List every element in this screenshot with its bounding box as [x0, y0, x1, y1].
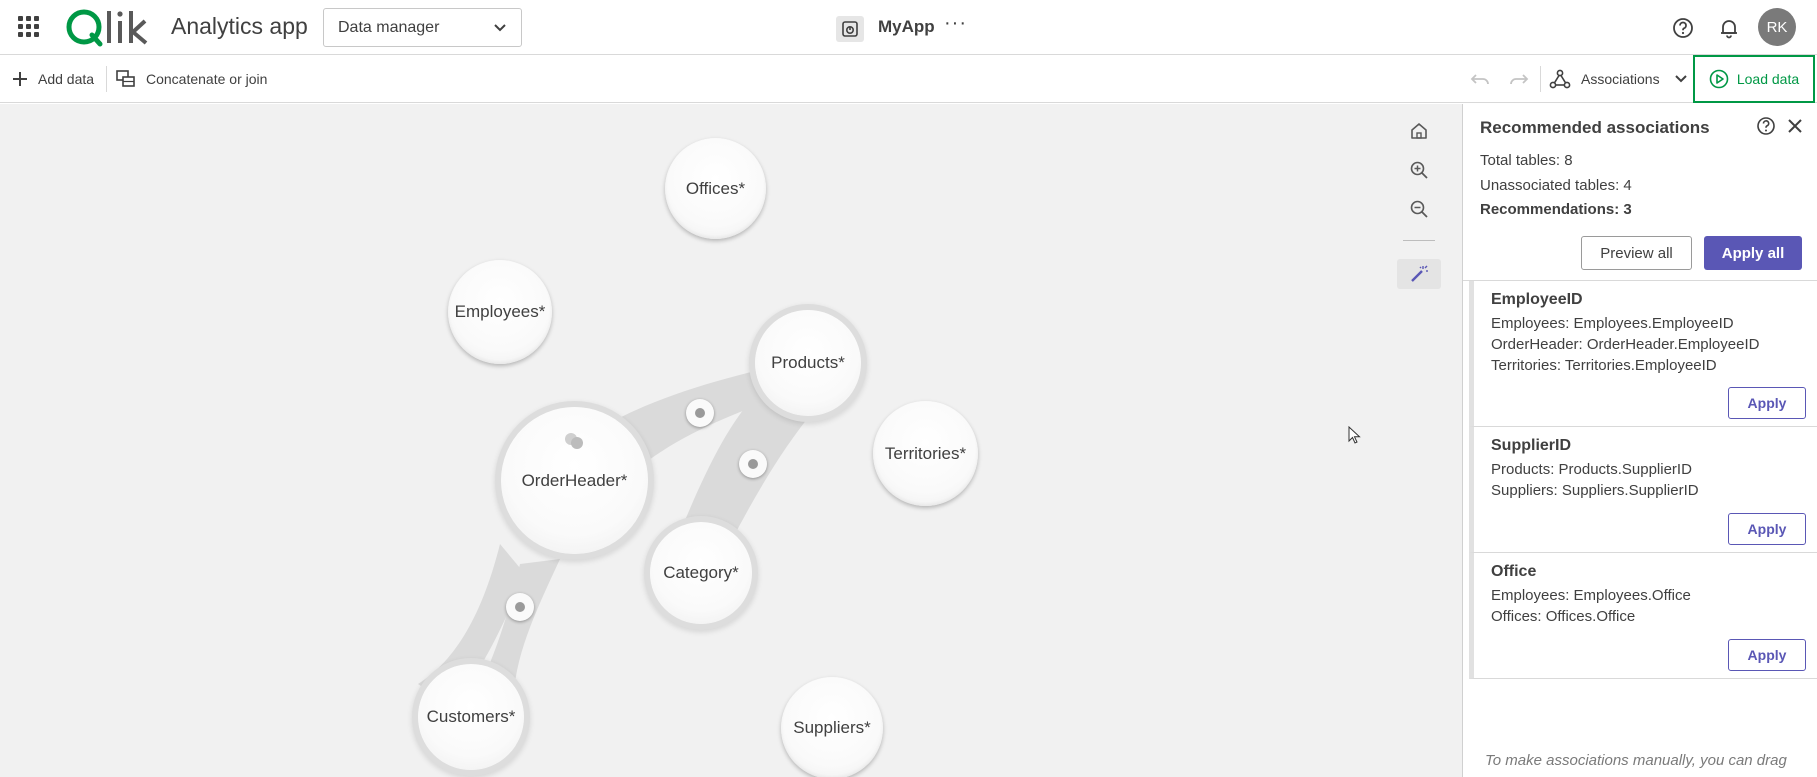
table-node[interactable]: Category* [650, 522, 752, 624]
apply-button[interactable]: Apply [1728, 639, 1806, 671]
add-data-button[interactable]: Add data [12, 55, 94, 103]
table-node[interactable]: Customers* [418, 664, 524, 770]
recommendation-field: EmployeeID [1491, 291, 1583, 308]
load-data-button[interactable]: Load data [1693, 55, 1815, 103]
mouse-cursor-icon [1348, 425, 1362, 451]
apply-all-button[interactable]: Apply all [1704, 236, 1802, 270]
concatenate-label: Concatenate or join [146, 71, 268, 87]
recommendations-count: Recommendations: 3 [1480, 201, 1632, 218]
chevron-down-icon [494, 24, 506, 32]
plus-icon [13, 72, 27, 86]
recommendation-mapping: Products: Products.SupplierID [1491, 461, 1692, 478]
undo-icon [1470, 74, 1489, 85]
associations-canvas[interactable]: Offices* Employees* Products* OrderHeade… [0, 104, 1462, 777]
concatenate-or-join-button[interactable]: Concatenate or join [116, 55, 267, 103]
redo-icon [1510, 74, 1529, 85]
load-data-label: Load data [1736, 71, 1800, 87]
associations-icon [1549, 69, 1571, 89]
table-node[interactable]: Products* [755, 310, 861, 416]
toolbar-divider [1540, 66, 1541, 92]
table-node[interactable]: Territories* [873, 401, 978, 506]
manual-association-hint: To make associations manually, you can d… [1485, 752, 1787, 769]
unassociated-tables-stat: Unassociated tables: 4 [1480, 177, 1632, 194]
toolbar-divider [106, 66, 107, 92]
more-options-icon[interactable]: ··· [944, 12, 967, 35]
recommendation-item[interactable]: Office Employees: Employees.Office Offic… [1469, 553, 1817, 679]
concatenate-icon [116, 70, 135, 87]
table-node[interactable]: Offices* [665, 138, 766, 239]
redo-button[interactable] [1509, 55, 1529, 103]
association-link-dot[interactable] [739, 450, 767, 478]
view-dropdown-value: Data manager [338, 19, 440, 36]
magic-wand-icon[interactable] [1397, 259, 1441, 289]
recommendation-item[interactable]: EmployeeID Employees: Employees.Employee… [1469, 281, 1817, 427]
table-node[interactable]: Suppliers* [781, 677, 883, 777]
app-title: Analytics app [171, 13, 308, 39]
home-icon[interactable] [1397, 116, 1441, 146]
chevron-down-icon [1674, 75, 1687, 83]
play-circle-icon [1709, 69, 1729, 89]
view-selector-dropdown[interactable]: Associations [1549, 55, 1688, 103]
recommended-associations-panel: Recommended associations Total tables: 8… [1462, 104, 1817, 777]
table-node[interactable]: Employees* [448, 260, 552, 364]
undo-button[interactable] [1470, 55, 1490, 103]
apply-button[interactable]: Apply [1728, 513, 1806, 545]
app-launcher-icon[interactable] [18, 16, 40, 38]
apply-button[interactable]: Apply [1728, 387, 1806, 419]
app-name[interactable]: MyApp [878, 17, 935, 37]
help-icon[interactable] [1670, 15, 1696, 41]
recommendation-field: SupplierID [1491, 437, 1572, 454]
top-bar: Analytics app Data manager MyApp ··· RK [0, 0, 1817, 55]
view-selector-label: Associations [1581, 71, 1660, 87]
recommendation-mapping: Suppliers: Suppliers.SupplierID [1491, 482, 1699, 499]
add-data-label: Add data [38, 71, 95, 87]
close-icon[interactable] [1785, 116, 1805, 141]
notifications-bell-icon[interactable] [1716, 15, 1742, 41]
app-icon [836, 16, 864, 42]
recommendation-mapping: Offices: Offices.Office [1491, 608, 1636, 625]
association-link-dot[interactable] [506, 593, 534, 621]
canvas-toolbar-divider [1403, 240, 1435, 241]
total-tables-stat: Total tables: 8 [1480, 152, 1573, 169]
recommendations-list: EmployeeID Employees: Employees.Employee… [1463, 280, 1817, 680]
recommendation-mapping: OrderHeader: OrderHeader.EmployeeID [1491, 336, 1760, 353]
zoom-out-icon[interactable] [1397, 194, 1441, 224]
user-avatar[interactable]: RK [1758, 8, 1796, 46]
recommendation-item[interactable]: SupplierID Products: Products.SupplierID… [1469, 427, 1817, 553]
linked-tables-icon [562, 430, 588, 457]
recommendation-mapping: Employees: Employees.Office [1491, 587, 1691, 604]
preview-all-button[interactable]: Preview all [1581, 236, 1692, 270]
panel-title: Recommended associations [1480, 118, 1710, 137]
recommendation-field: Office [1491, 563, 1537, 580]
association-link-dot[interactable] [686, 399, 714, 427]
recommendation-mapping: Territories: Territories.EmployeeID [1491, 357, 1717, 374]
recommendation-mapping: Employees: Employees.EmployeeID [1491, 315, 1734, 332]
help-icon[interactable] [1756, 116, 1776, 141]
qlik-logo[interactable] [66, 4, 152, 50]
data-manager-toolbar: Add data Concatenate or join Association… [0, 55, 1817, 103]
view-dropdown[interactable]: Data manager [323, 8, 522, 47]
zoom-in-icon[interactable] [1397, 155, 1441, 185]
